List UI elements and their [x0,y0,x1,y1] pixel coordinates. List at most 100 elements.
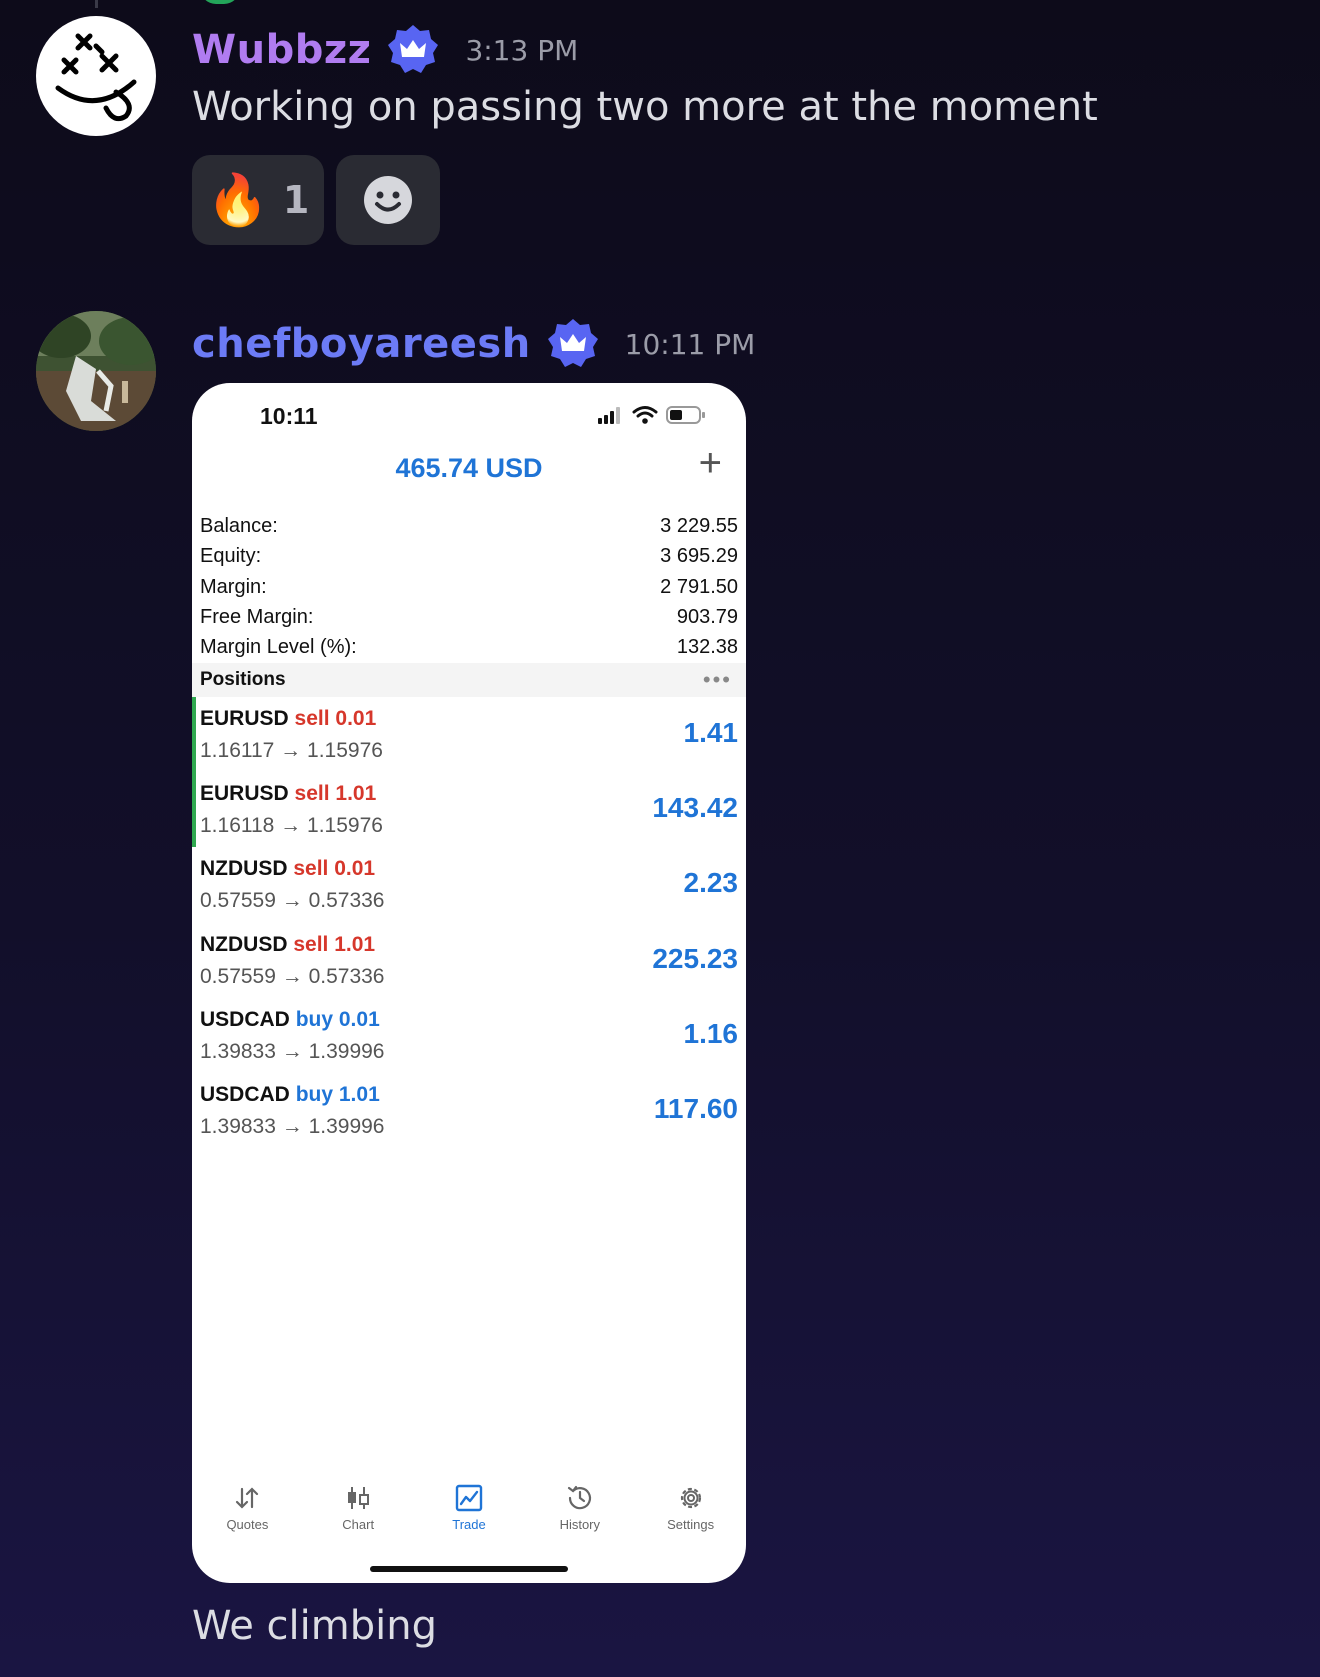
wifi-icon [632,406,658,424]
position-row[interactable]: NZDUSD sell 0.01 0.57559 → 0.57336 2.23 [192,847,746,922]
candlestick-chart-icon [348,1487,370,1509]
position-symbol: USDCAD [200,1082,290,1106]
positions-title: Positions [200,669,286,690]
position-title: EURUSD sell 0.01 [200,707,376,731]
summary-value: 2 791.50 [660,575,738,598]
timestamp: 3:13 PM [465,33,579,67]
position-title: EURUSD sell 1.01 [200,782,376,806]
trade-chart-icon [455,1484,483,1512]
position-profit: 2.23 [683,867,739,899]
reply-thread-line [95,0,98,8]
position-symbol: NZDUSD [200,857,288,881]
position-symbol: EURUSD [200,707,289,730]
message-text: Working on passing two more at the momen… [192,84,1098,130]
tab-label: Quotes [226,1517,269,1532]
tab-settings[interactable]: Settings [635,1483,746,1553]
timestamp: 10:11 PM [624,327,756,361]
position-side: sell [293,857,329,881]
add-reaction-smiley-icon [364,176,412,224]
message-text: We climbing [192,1603,437,1649]
status-bar-time: 10:11 [260,403,318,429]
home-indicator [370,1566,568,1572]
username[interactable]: chefboyareesh [192,321,531,367]
nitro-crown-badge-icon[interactable] [385,22,441,78]
position-volume: 1.01 [338,1082,380,1106]
position-row[interactable]: EURUSD sell 0.01 1.16117 → 1.15976 1.41 [192,697,746,773]
position-symbol: NZDUSD [200,932,288,956]
position-prices: 0.57559 → 0.57336 [200,964,385,988]
summary-label: Balance: [200,515,278,537]
nitro-crown-badge-icon[interactable] [545,316,601,372]
summary-label: Free Margin: [200,605,314,628]
online-status-indicator [200,0,240,4]
tab-label: Chart [342,1517,375,1532]
position-volume: 0.01 [338,1007,380,1031]
position-profit: 117.60 [653,1092,738,1124]
account-profit-header: 465.74 USD [395,453,543,483]
reaction-count: 1 [282,178,310,222]
tab-label: Settings [667,1517,715,1532]
summary-value: 3 229.55 [660,515,738,537]
position-volume: 0.01 [334,857,376,881]
position-prices: 1.16117 → 1.15976 [200,739,383,762]
position-side: sell [294,707,330,730]
tab-quotes[interactable]: Quotes [192,1483,303,1553]
position-side: sell [293,932,329,956]
position-prices: 1.16118 → 1.15976 [200,814,383,838]
position-prices: 0.57559 → 0.57336 [200,889,385,913]
summary-row-margin-level: Margin Level (%): 132.38 [200,632,738,662]
position-title: USDCAD buy 0.01 [200,1008,380,1032]
summary-value: 132.38 [676,636,738,659]
position-row[interactable]: NZDUSD sell 1.01 0.57559 → 0.57336 225.2… [192,923,746,998]
new-order-plus-button[interactable]: + [699,443,722,483]
tab-history[interactable]: History [524,1483,635,1553]
position-volume: 0.01 [335,707,377,730]
settings-gear-icon [680,1487,701,1509]
position-profit: 225.23 [652,942,738,974]
position-side: sell [294,782,330,806]
position-profit: 1.16 [683,1017,739,1049]
summary-label: Equity: [200,545,262,568]
more-options-icon[interactable]: ••• [703,667,732,693]
tab-label: Trade [452,1517,486,1532]
tab-label: History [559,1517,601,1532]
position-profit: 1.41 [683,717,739,748]
username[interactable]: Wubbzz [192,27,371,73]
add-reaction-button[interactable] [336,155,440,245]
history-clock-icon [567,1485,591,1510]
summary-label: Margin: [200,575,267,598]
image-attachment-phone-screenshot[interactable]: 10:11 465.74 USD + Balance: 3 229.55 Equ… [192,383,746,1583]
bottom-tab-bar: Quotes Chart Trade History Settings [192,1483,746,1553]
position-symbol: USDCAD [200,1007,290,1031]
avatar-wubbzz[interactable] [36,16,156,136]
position-title: NZDUSD sell 0.01 [200,857,375,881]
tab-trade[interactable]: Trade [414,1483,525,1553]
message-header-wubbzz: Wubbzz 3:13 PM [192,22,578,78]
positions-section-header: Positions ••• [192,663,746,697]
quotes-arrows-icon [236,1487,259,1509]
summary-label: Margin Level (%): [200,636,357,659]
battery-icon [666,406,705,424]
summary-row-equity: Equity: 3 695.29 [200,541,738,571]
tab-chart[interactable]: Chart [303,1483,414,1553]
status-bar-icons [598,405,706,425]
position-row[interactable]: EURUSD sell 1.01 1.16118 → 1.15976 143.4… [192,772,746,848]
dizzy-face-icon [55,33,137,122]
summary-row-margin: Margin: 2 791.50 [200,572,738,602]
position-prices: 1.39833 → 1.39996 [200,1114,385,1138]
position-volume: 1.01 [335,782,377,806]
position-title: NZDUSD sell 1.01 [200,933,375,957]
waterfall-photo-avatar [36,311,156,431]
position-profit: 143.42 [652,792,738,824]
position-row[interactable]: USDCAD buy 1.01 1.39833 → 1.39996 117.60 [192,1073,746,1148]
position-row[interactable]: USDCAD buy 0.01 1.39833 → 1.39996 1.16 [192,998,746,1073]
account-summary: Balance: 3 229.55 Equity: 3 695.29 Margi… [200,511,738,662]
position-side: buy [295,1007,334,1031]
avatar-chefboyareesh[interactable] [36,311,156,431]
position-symbol: EURUSD [200,782,289,806]
cellular-signal-icon [598,407,620,424]
reaction-fire[interactable]: 🔥 1 [192,155,324,245]
position-volume: 1.01 [334,932,376,956]
summary-row-balance: Balance: 3 229.55 [200,511,738,541]
message-header-chefboyareesh: chefboyareesh 10:11 PM [192,316,755,372]
